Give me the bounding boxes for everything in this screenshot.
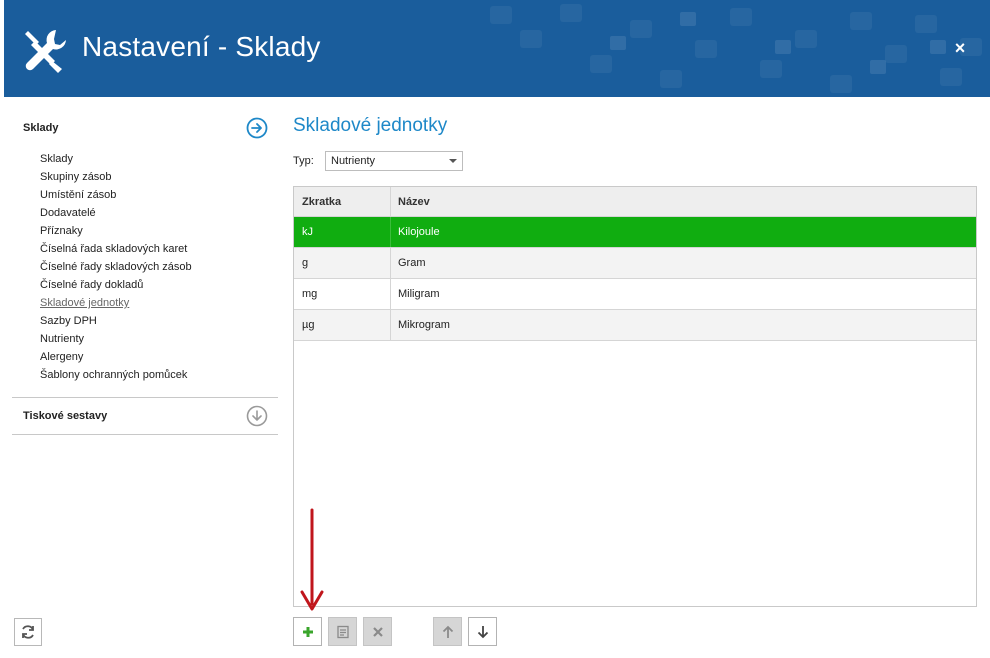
type-filter-value: Nutrienty <box>331 155 376 167</box>
window-title: Nastavení - Sklady <box>82 31 321 62</box>
sidebar-item-dodavatele[interactable]: Dodavatelé <box>40 204 278 222</box>
cell-abbr: mg <box>294 279 391 309</box>
arrow-down-icon <box>477 625 488 638</box>
table-row[interactable]: mg Miligram <box>294 279 976 310</box>
cell-name: Mikrogram <box>398 319 450 331</box>
column-header-nazev[interactable]: Název <box>391 187 976 216</box>
delete-button[interactable] <box>363 617 392 646</box>
plus-icon <box>302 626 313 637</box>
cell-abbr: µg <box>294 310 391 340</box>
table-header: Zkratka Název <box>294 187 976 217</box>
sidebar-item-sklady[interactable]: Sklady <box>40 150 278 168</box>
delete-icon <box>372 626 383 637</box>
move-down-button[interactable] <box>468 617 497 646</box>
edit-icon <box>336 625 349 638</box>
cell-abbr: g <box>294 248 391 278</box>
sidebar-item-skupiny-zasob[interactable]: Skupiny zásob <box>40 168 278 186</box>
column-header-zkratka[interactable]: Zkratka <box>294 187 391 216</box>
sidebar-item-alergeny[interactable]: Alergeny <box>40 348 278 366</box>
cell-name: Gram <box>398 257 426 269</box>
tools-icon <box>25 30 66 73</box>
refresh-button[interactable] <box>14 618 42 646</box>
sidebar-item-ciselna-rada-karet[interactable]: Číselná řada skladových karet <box>40 240 278 258</box>
section-title: Sklady <box>23 122 59 134</box>
sidebar-divider <box>12 434 278 435</box>
settings-window: Nastavení - Sklady × Sklady Sklady Skupi… <box>4 0 990 658</box>
refresh-icon <box>22 625 34 639</box>
edit-button[interactable] <box>328 617 357 646</box>
type-filter-label: Typ: <box>293 155 314 167</box>
table-row[interactable]: µg Mikrogram <box>294 310 976 341</box>
close-button[interactable]: × <box>950 38 970 58</box>
sidebar-item-ciselne-rady-dokladu[interactable]: Číselné řady dokladů <box>40 276 278 294</box>
chevron-down-icon <box>449 159 457 163</box>
cell-abbr: kJ <box>294 217 391 247</box>
sidebar-item-sazby-dph[interactable]: Sazby DPH <box>40 312 278 330</box>
arrow-down-circle-icon[interactable] <box>246 405 268 427</box>
sidebar-nav: Sklady Skupiny zásob Umístění zásob Doda… <box>12 150 278 384</box>
sidebar-item-skladove-jednotky[interactable]: Skladové jednotky <box>40 294 278 312</box>
cell-name: Miligram <box>398 288 440 300</box>
sidebar-section-tiskove-sestavy[interactable]: Tiskové sestavy <box>12 398 278 434</box>
cell-name: Kilojoule <box>398 226 440 238</box>
arrow-right-circle-icon[interactable] <box>246 117 268 139</box>
sidebar: Sklady Sklady Skupiny zásob Umístění zás… <box>12 110 278 435</box>
header-pattern <box>490 4 982 93</box>
annotation-arrow <box>300 508 324 611</box>
window-header: Nastavení - Sklady × <box>4 0 990 97</box>
sidebar-item-ciselne-rady-zasob[interactable]: Číselné řady skladových zásob <box>40 258 278 276</box>
sidebar-item-priznaky[interactable]: Příznaky <box>40 222 278 240</box>
units-table: Zkratka Název kJ Kilojoule g Gram mg Mil… <box>293 186 977 607</box>
sidebar-item-umisteni-zasob[interactable]: Umístění zásob <box>40 186 278 204</box>
sidebar-item-sablony-pomucek[interactable]: Šablony ochranných pomůcek <box>40 366 278 384</box>
add-button[interactable] <box>293 617 322 646</box>
sidebar-section-sklady[interactable]: Sklady <box>12 110 278 146</box>
type-filter-select[interactable]: Nutrienty <box>325 151 463 171</box>
arrow-up-icon <box>442 625 453 638</box>
section-title: Tiskové sestavy <box>23 410 108 422</box>
table-row[interactable]: kJ Kilojoule <box>294 217 976 248</box>
move-up-button[interactable] <box>433 617 462 646</box>
page-title: Skladové jednotky <box>293 115 448 136</box>
sidebar-item-nutrienty[interactable]: Nutrienty <box>40 330 278 348</box>
table-row[interactable]: g Gram <box>294 248 976 279</box>
